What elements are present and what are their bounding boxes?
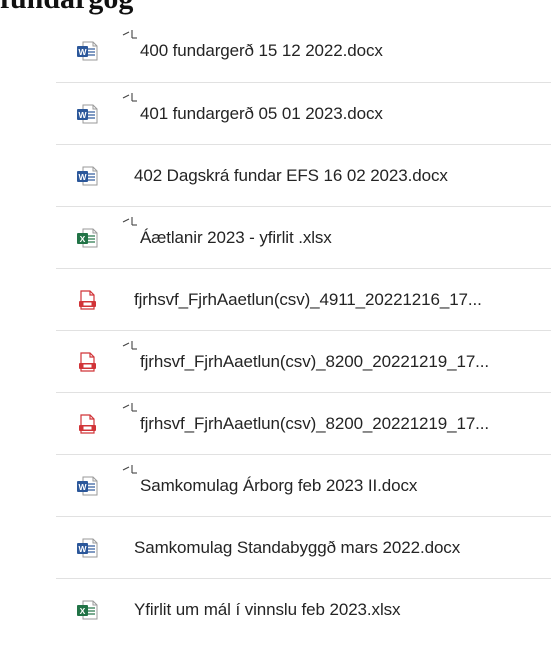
svg-text:W: W — [78, 481, 87, 491]
file-name[interactable]: fjrhsvf_FjrhAaetlun(csv)_4911_20221216_1… — [134, 290, 551, 310]
file-list: W 400 fundargerð 15 12 2022.docx W 401 fund… — [56, 20, 551, 640]
file-name[interactable]: Áætlanir 2023 - yfirlit .xlsx — [140, 228, 551, 248]
file-name[interactable]: 401 fundargerð 05 01 2023.docx — [140, 104, 551, 124]
file-row[interactable]: fjrhsvf_FjrhAaetlun(csv)_8200_20221219_1… — [56, 392, 551, 454]
new-item-marker-icon — [122, 402, 138, 416]
page-title: fundargog — [0, 0, 133, 14]
file-name[interactable]: 400 fundargerð 15 12 2022.docx — [140, 41, 551, 61]
svg-text:W: W — [78, 171, 87, 181]
word-file-icon: W — [76, 537, 98, 559]
file-name[interactable]: fjrhsvf_FjrhAaetlun(csv)_8200_20221219_1… — [140, 414, 551, 434]
word-file-icon: W — [76, 475, 98, 497]
new-item-marker-icon — [122, 340, 138, 354]
excel-file-icon: X — [76, 599, 98, 621]
file-name[interactable]: Samkomulag Árborg feb 2023 II.docx — [140, 476, 551, 496]
word-file-icon: W — [76, 103, 98, 125]
file-row[interactable]: fjrhsvf_FjrhAaetlun(csv)_8200_20221219_1… — [56, 330, 551, 392]
file-row[interactable]: fjrhsvf_FjrhAaetlun(csv)_4911_20221216_1… — [56, 268, 551, 330]
file-row[interactable]: W 402 Dagskrá fundar EFS 16 02 2023.docx — [56, 144, 551, 206]
file-name[interactable]: 402 Dagskrá fundar EFS 16 02 2023.docx — [134, 166, 551, 186]
word-file-icon: W — [76, 165, 98, 187]
svg-text:W: W — [78, 543, 87, 553]
new-item-marker-icon — [122, 464, 138, 478]
word-file-icon: W — [76, 40, 98, 62]
file-row[interactable]: X Yfirlit um mál í vinnslu feb 2023.xlsx — [56, 578, 551, 640]
file-row[interactable]: W 400 fundargerð 15 12 2022.docx — [56, 20, 551, 82]
svg-text:X: X — [80, 233, 86, 243]
svg-text:W: W — [78, 47, 87, 57]
file-row[interactable]: W 401 fundargerð 05 01 2023.docx — [56, 82, 551, 144]
file-name[interactable]: fjrhsvf_FjrhAaetlun(csv)_8200_20221219_1… — [140, 352, 551, 372]
pdf-file-icon — [76, 351, 98, 373]
pdf-file-icon — [76, 413, 98, 435]
file-row[interactable]: W Samkomulag Standabyggð mars 2022.docx — [56, 516, 551, 578]
file-name[interactable]: Samkomulag Standabyggð mars 2022.docx — [134, 538, 551, 558]
file-row[interactable]: X Áætlanir 2023 - yfirlit .xlsx — [56, 206, 551, 268]
file-row[interactable]: W Samkomulag Árborg feb 2023 II.docx — [56, 454, 551, 516]
pdf-file-icon — [76, 289, 98, 311]
file-name[interactable]: Yfirlit um mál í vinnslu feb 2023.xlsx — [134, 600, 551, 620]
new-item-marker-icon — [122, 92, 138, 106]
new-item-marker-icon — [122, 216, 138, 230]
svg-text:W: W — [78, 109, 87, 119]
svg-text:X: X — [80, 605, 86, 615]
excel-file-icon: X — [76, 227, 98, 249]
new-item-marker-icon — [122, 29, 138, 43]
